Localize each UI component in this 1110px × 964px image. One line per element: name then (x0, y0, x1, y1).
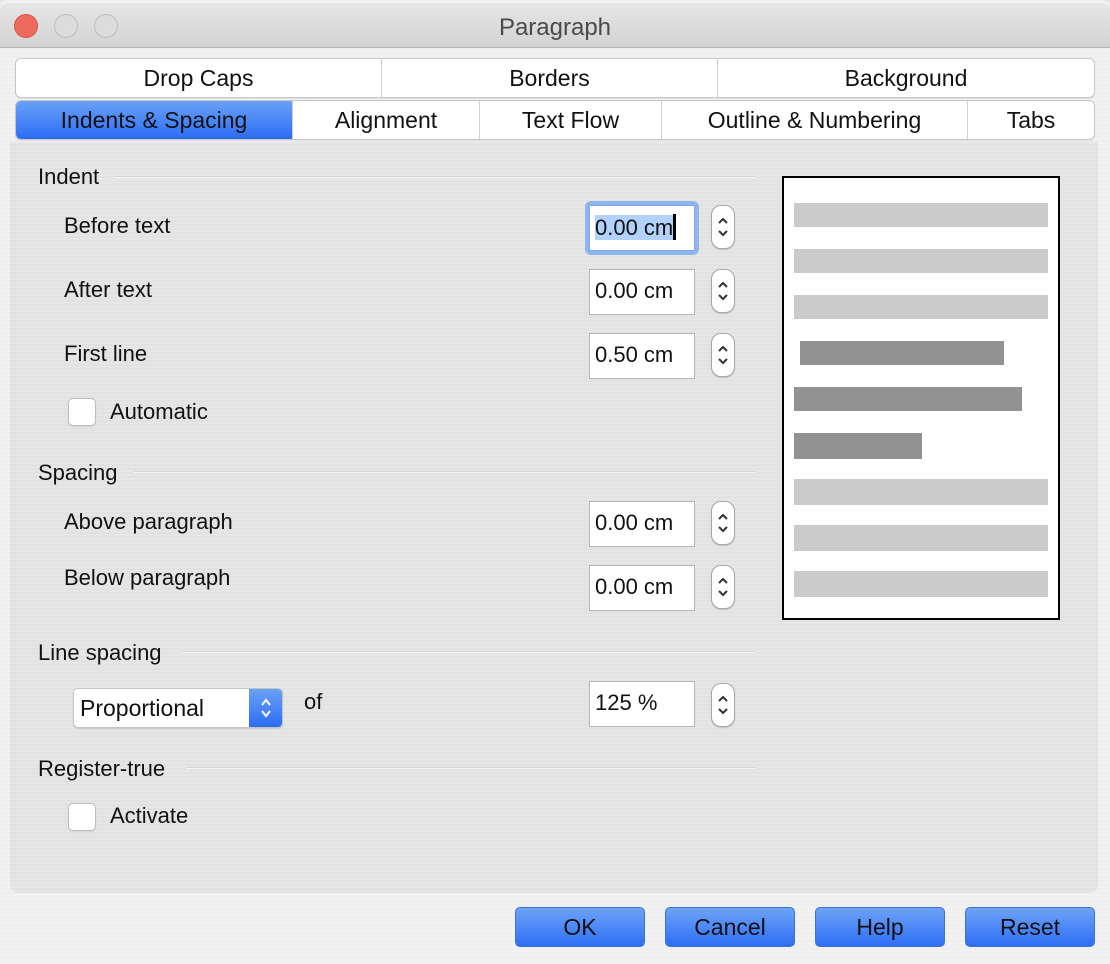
cancel-button[interactable]: Cancel (665, 907, 795, 947)
stepper-arrows-icon (718, 217, 728, 237)
preview-line-current (794, 433, 922, 459)
before-text-label: Before text (64, 213, 171, 238)
tab-indents-spacing[interactable]: Indents & Spacing (16, 101, 293, 139)
preview-line-before (794, 203, 1048, 227)
tab-tabs[interactable]: Tabs (968, 101, 1094, 139)
line-spacing-stepper[interactable] (711, 683, 735, 727)
select-chevron-updown-icon (249, 689, 282, 727)
line-spacing-select-value: Proportional (80, 695, 205, 721)
stepper-arrows-icon (718, 577, 728, 597)
indent-divider (114, 176, 755, 178)
after-text-input[interactable]: 0.00 cm (589, 269, 695, 315)
below-paragraph-label: Below paragraph (64, 565, 231, 590)
below-paragraph-stepper[interactable] (711, 565, 735, 609)
spacing-heading: Spacing (38, 460, 118, 485)
above-paragraph-stepper[interactable] (711, 501, 735, 545)
window-title: Paragraph (498, 14, 612, 41)
tab-row-2: Indents & Spacing Alignment Text Flow Ou… (15, 100, 1095, 140)
before-text-stepper[interactable] (711, 205, 735, 249)
preview-line-after (794, 525, 1048, 551)
before-text-input[interactable]: 0.00 cm (585, 201, 699, 255)
preview-line-after (794, 571, 1048, 597)
activate-label: Activate (110, 803, 189, 828)
line-spacing-divider (182, 651, 755, 653)
reset-button[interactable]: Reset (965, 907, 1095, 947)
help-button[interactable]: Help (815, 907, 945, 947)
above-paragraph-label: Above paragraph (64, 509, 233, 534)
preview-line-after (794, 479, 1048, 505)
first-line-input[interactable]: 0.50 cm (589, 333, 695, 379)
tab-row-1: Drop Caps Borders Background (15, 58, 1095, 98)
preview-line-before (794, 249, 1048, 273)
tab-background[interactable]: Background (718, 59, 1094, 97)
register-true-heading: Register-true (38, 756, 166, 781)
above-paragraph-input[interactable]: 0.00 cm (589, 501, 695, 547)
after-text-stepper[interactable] (711, 269, 735, 313)
tab-drop-caps[interactable]: Drop Caps (16, 59, 382, 97)
stepper-arrows-icon (718, 345, 728, 365)
preview-line-before (794, 295, 1048, 319)
tab-borders[interactable]: Borders (382, 59, 718, 97)
text-caret (673, 214, 677, 240)
tab-outline-numbering[interactable]: Outline & Numbering (662, 101, 968, 139)
preview-line-current (794, 387, 1022, 411)
line-spacing-heading: Line spacing (38, 640, 162, 665)
first-line-label: First line (64, 341, 148, 366)
activate-checkbox[interactable] (68, 803, 96, 831)
after-text-label: After text (64, 277, 153, 302)
below-paragraph-input[interactable]: 0.00 cm (589, 565, 695, 611)
line-spacing-select[interactable]: Proportional (73, 688, 283, 728)
preview-line-current (800, 341, 1004, 365)
stepper-arrows-icon (718, 513, 728, 533)
automatic-checkbox[interactable] (68, 398, 96, 426)
paragraph-preview (782, 176, 1060, 620)
register-true-divider (186, 767, 755, 769)
stepper-arrows-icon (718, 695, 728, 715)
tab-alignment[interactable]: Alignment (293, 101, 480, 139)
stepper-arrows-icon (718, 281, 728, 301)
tab-text-flow[interactable]: Text Flow (480, 101, 662, 139)
spacing-divider (134, 471, 755, 473)
indent-heading: Indent (38, 164, 100, 189)
ok-button[interactable]: OK (515, 907, 645, 947)
of-label: of (304, 689, 323, 714)
automatic-label: Automatic (110, 399, 208, 424)
title-bar[interactable]: Paragraph (0, 3, 1110, 48)
first-line-stepper[interactable] (711, 333, 735, 377)
line-spacing-value-input[interactable]: 125 % (589, 681, 695, 727)
paragraph-dialog: Paragraph Drop Caps Borders Background I… (0, 0, 1110, 964)
